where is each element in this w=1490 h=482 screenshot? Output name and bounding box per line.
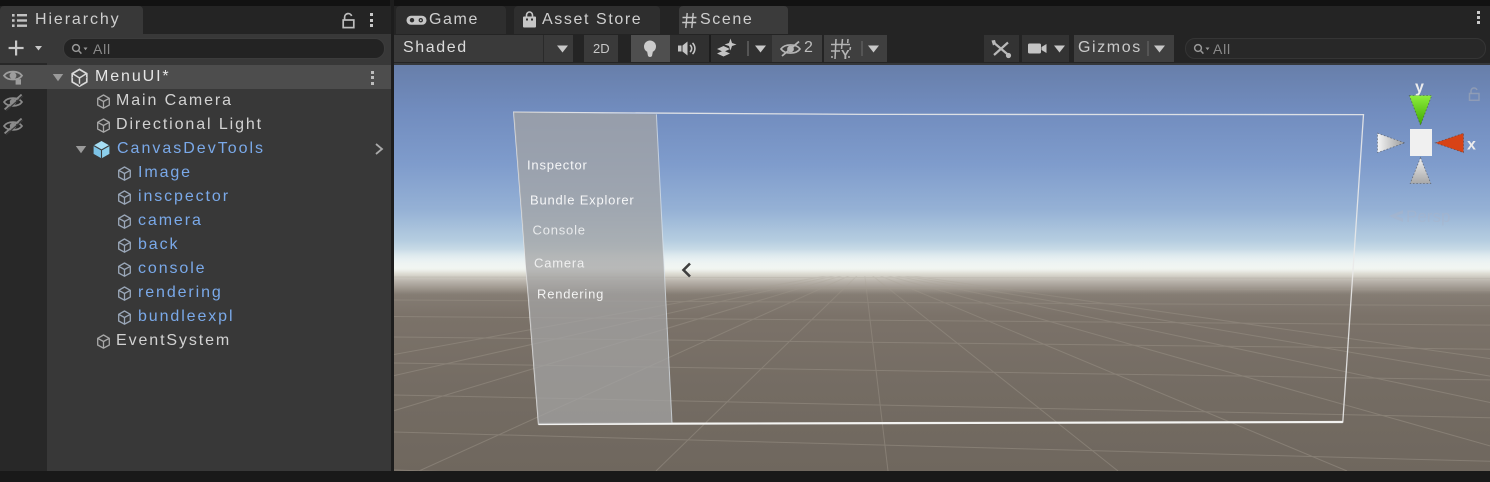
- svg-text:Console: Console: [533, 223, 586, 238]
- svg-text:Y: Y: [841, 47, 850, 61]
- svg-text:Persp: Persp: [1406, 207, 1450, 226]
- svg-text:Camera: Camera: [534, 256, 585, 271]
- svg-text:x: x: [1467, 137, 1476, 154]
- svg-text:Inspector: Inspector: [527, 158, 588, 173]
- svg-text:Bundle Explorer: Bundle Explorer: [530, 193, 635, 208]
- svg-text:Rendering: Rendering: [537, 287, 604, 302]
- svg-text:y: y: [1415, 79, 1424, 96]
